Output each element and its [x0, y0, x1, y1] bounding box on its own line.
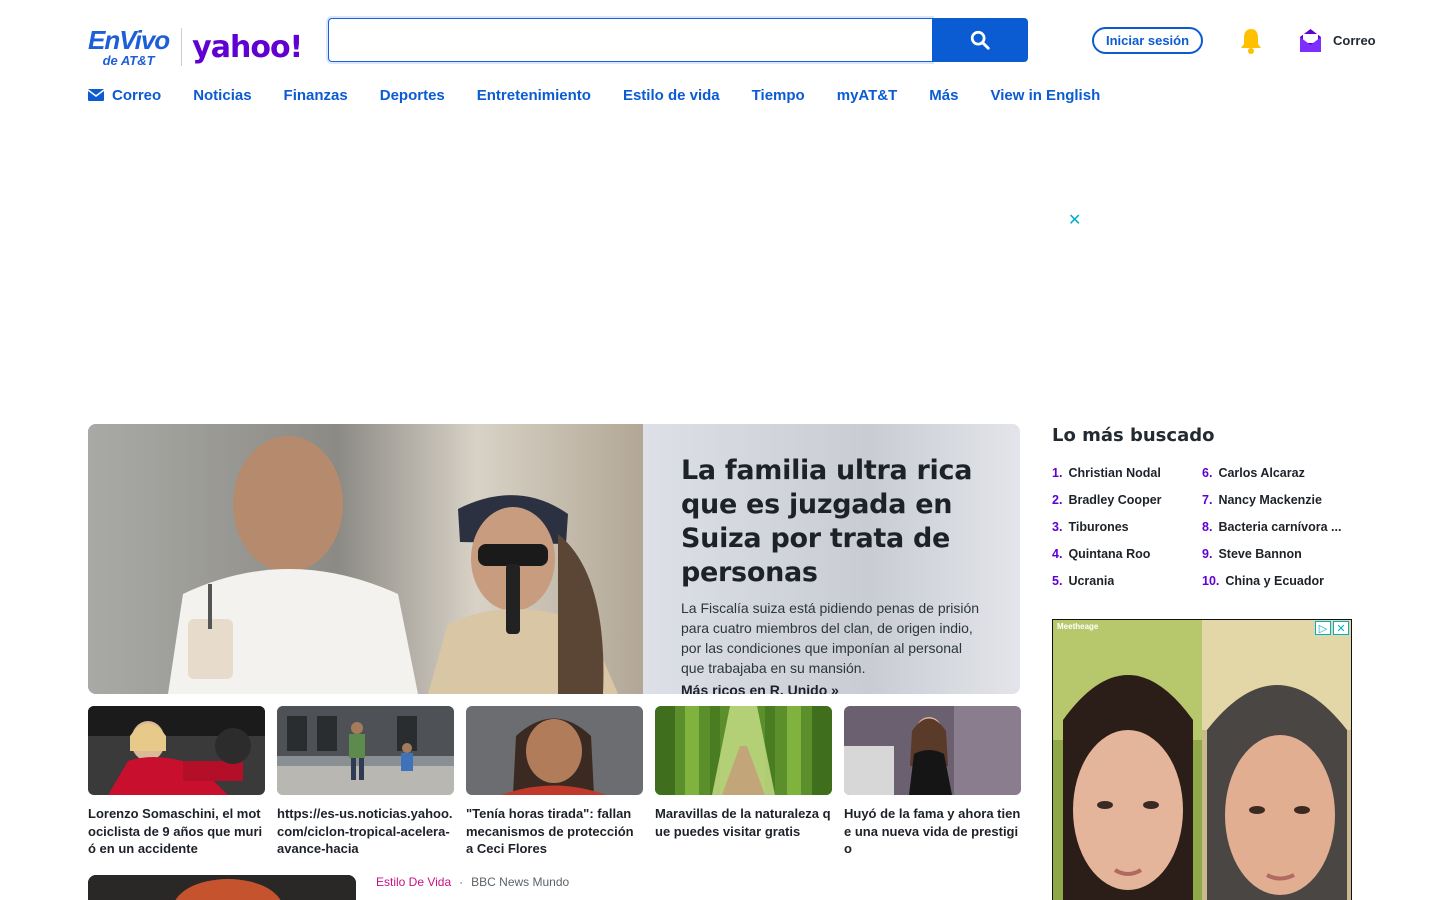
notifications-button[interactable] [1236, 26, 1266, 56]
trending-label: Tiburones [1068, 519, 1129, 534]
story-card[interactable]: Huyó de la fama y ahora tiene una nueva … [844, 706, 1021, 858]
trending-rank: 6. [1202, 466, 1213, 481]
trending-label: Ucrania [1068, 573, 1115, 588]
nav-item-noticias[interactable]: Noticias [193, 87, 251, 104]
hero-image [88, 424, 643, 694]
trending-item[interactable]: 4. Quintana Roo [1052, 540, 1202, 567]
mail-icon [88, 89, 104, 101]
nav-item-correo[interactable]: Correo [88, 87, 161, 104]
ad-close-icon[interactable]: ✕ [1333, 621, 1349, 635]
trending-label: Nancy Mackenzie [1218, 493, 1322, 508]
adchoices-icon[interactable]: ▷ [1315, 621, 1331, 635]
search-input[interactable] [328, 18, 932, 62]
trending-label: Christian Nodal [1068, 466, 1161, 481]
story-card[interactable]: "Tenía horas tirada": fallan mecanismos … [466, 706, 643, 858]
story-title: https://es-us.noticias.yahoo.com/ciclon-… [277, 806, 453, 856]
trending-list: 1. Christian Nodal 2. Bradley Cooper 3. Tib… [1052, 460, 1352, 594]
story-category[interactable]: Estilo De Vida [376, 875, 451, 889]
trending-item[interactable]: 9. Steve Bannon [1202, 540, 1352, 567]
site-header: EnVivo de AT&T yahoo! Iniciar sesión Cor… [0, 0, 1440, 80]
meta-separator: · [459, 875, 464, 889]
trending-item[interactable]: 2. Bradley Cooper [1052, 487, 1202, 514]
hero-summary: La Fiscalía suiza está pidiendo penas de… [681, 600, 980, 676]
trending-item[interactable]: 3. Tiburones [1052, 514, 1202, 541]
trending-item[interactable]: 7. Nancy Mackenzie [1202, 487, 1352, 514]
story-thumbnails: Lorenzo Somaschini, el motociclista de 9… [88, 706, 1021, 858]
trending-item[interactable]: 8. Bacteria carnívora ... [1202, 514, 1352, 541]
hero-more-link[interactable]: Más ricos en R. Unido » [681, 682, 982, 694]
story-title: Huyó de la fama y ahora tiene una nueva … [844, 806, 1021, 856]
nav-item-deportes[interactable]: Deportes [380, 87, 445, 104]
logo-divider [181, 28, 183, 66]
ad-image-right: ▷ ✕ [1202, 620, 1351, 900]
site-logo[interactable]: EnVivo de AT&T yahoo! [88, 24, 303, 70]
story-image [655, 706, 832, 795]
trending-rank: 5. [1052, 573, 1063, 588]
trending-item[interactable]: 1. Christian Nodal [1052, 460, 1202, 487]
trending-label: Bacteria carnívora ... [1218, 519, 1342, 534]
bottom-story-meta: Estilo De Vida · BBC News Mundo [376, 875, 569, 889]
trending-label: Carlos Alcaraz [1218, 466, 1305, 481]
trending-label: Steve Bannon [1218, 546, 1302, 561]
yahoo-logo: yahoo! [192, 29, 303, 65]
ad-controls: ▷ ✕ [1315, 621, 1349, 635]
trending-title: Lo más buscado [1052, 425, 1215, 446]
story-image [466, 706, 643, 795]
envivo-logo: EnVivo de AT&T [88, 25, 170, 68]
nav-item-finanzas[interactable]: Finanzas [284, 87, 348, 104]
mail-link-label: Correo [1333, 32, 1376, 48]
nav-item-view-in-english[interactable]: View in English [990, 87, 1100, 104]
envivo-logo-text: EnVivo [88, 25, 170, 55]
hero-title[interactable]: La familia ultra rica que es juzgada en … [681, 454, 982, 590]
trending-rank: 1. [1052, 466, 1063, 481]
ad-close-icon[interactable]: ✕ [1068, 213, 1082, 229]
bell-icon [1241, 29, 1261, 54]
trending-item[interactable]: 6. Carlos Alcaraz [1202, 460, 1352, 487]
trending-rank: 3. [1052, 519, 1063, 534]
bottom-story-image[interactable] [88, 875, 356, 900]
hero-photo-illustration [88, 424, 643, 694]
nav-item-estilo-de-vida[interactable]: Estilo de vida [623, 87, 720, 104]
trending-label: China y Ecuador [1225, 573, 1325, 588]
nav-item-label: Correo [112, 86, 162, 104]
nav-item-tiempo[interactable]: Tiempo [752, 87, 805, 104]
story-source: BBC News Mundo [471, 875, 570, 889]
trending-label: Quintana Roo [1068, 546, 1151, 561]
nav-item-entretenimiento[interactable]: Entretenimiento [477, 87, 591, 104]
search-button[interactable] [932, 18, 1028, 62]
story-title: Lorenzo Somaschini, el motociclista de 9… [88, 806, 263, 856]
trending-label: Bradley Cooper [1068, 493, 1162, 508]
story-image [88, 706, 265, 795]
story-title: Maravillas de la naturaleza que puedes v… [655, 806, 831, 839]
signin-button[interactable]: Iniciar sesión [1092, 27, 1203, 54]
hero-text-panel: La familia ultra rica que es juzgada en … [643, 424, 1020, 694]
header-mail-link[interactable]: Correo [1298, 26, 1376, 54]
trending-rank: 4. [1052, 546, 1063, 561]
hero-story[interactable]: La familia ultra rica que es juzgada en … [88, 424, 1020, 694]
nav-item-myatt[interactable]: myAT&T [837, 87, 898, 104]
trending-item[interactable]: 10. China y Ecuador [1202, 567, 1352, 594]
story-card[interactable]: https://es-us.noticias.yahoo.com/ciclon-… [277, 706, 454, 858]
ad-image-left: Meetheage [1053, 620, 1202, 900]
story-image [844, 706, 1021, 795]
ad-brand-label: Meetheage [1057, 622, 1099, 631]
trending-item[interactable]: 5. Ucrania [1052, 567, 1202, 594]
trending-rank: 9. [1202, 546, 1213, 561]
main-nav: Correo Noticias Finanzas Deportes Entret… [88, 84, 1100, 106]
story-image [277, 706, 454, 795]
trending-rank: 2. [1052, 493, 1063, 508]
nav-item-mas[interactable]: Más [929, 87, 958, 104]
search-icon [970, 30, 990, 50]
mail-envelope-icon [1300, 29, 1321, 52]
story-title: "Tenía horas tirada": fallan mecanismos … [466, 806, 634, 856]
trending-rank: 8. [1202, 519, 1213, 534]
search-bar [328, 18, 1028, 62]
envivo-logo-subtext: de AT&T [102, 53, 155, 68]
story-card[interactable]: Maravillas de la naturaleza que puedes v… [655, 706, 832, 858]
story-card[interactable]: Lorenzo Somaschini, el motociclista de 9… [88, 706, 265, 858]
trending-rank: 7. [1202, 493, 1213, 508]
trending-rank: 10. [1202, 573, 1220, 588]
side-advertisement[interactable]: Meetheage ▷ ✕ [1052, 619, 1352, 900]
